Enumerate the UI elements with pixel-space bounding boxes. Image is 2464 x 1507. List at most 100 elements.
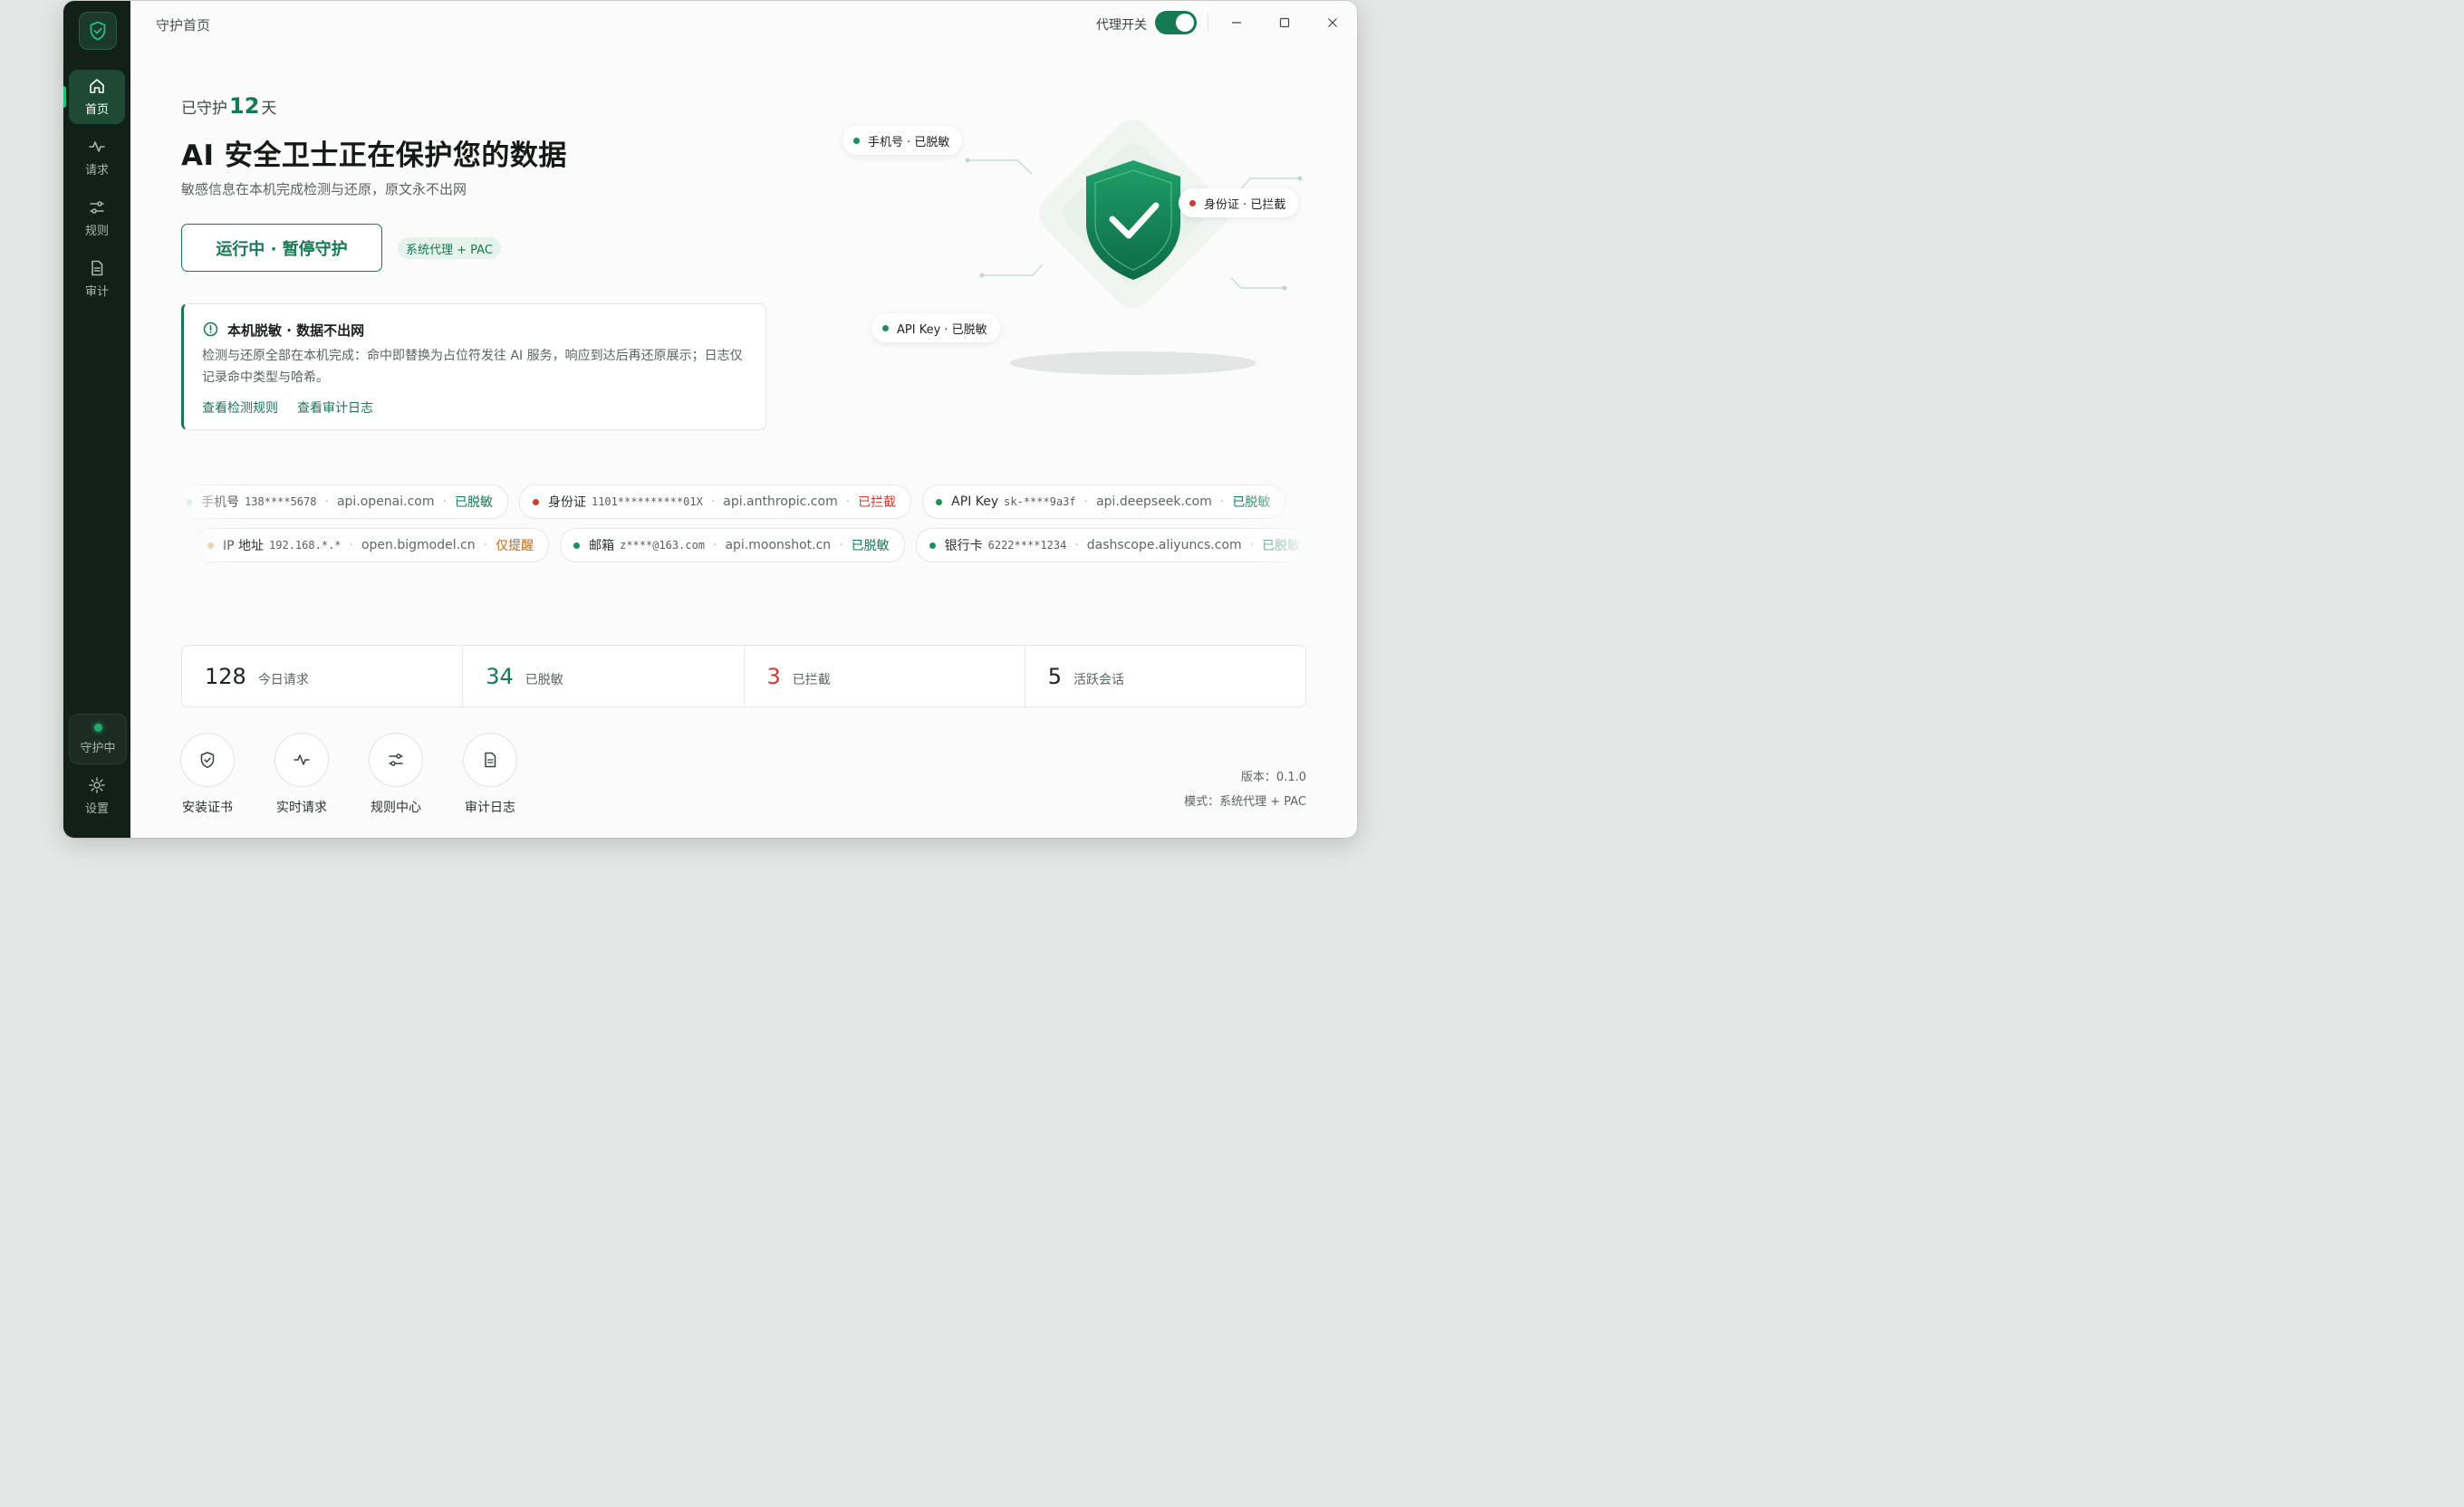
detection-chip[interactable]: 手机号 138****5678 · api.openai.com · 已脱敏 [181, 485, 508, 519]
sidebar-item-requests[interactable]: 请求 [69, 130, 125, 185]
sidebar-item-label: 审计 [84, 285, 109, 299]
stat-blocked: 3 已拦截 [745, 646, 1025, 706]
sidebar-item-home[interactable]: 首页 [69, 70, 125, 124]
audit-log-action[interactable]: 审计日志 [454, 733, 526, 816]
stat-value: 3 [766, 663, 781, 689]
protection-status[interactable]: 守护中 [69, 714, 127, 764]
days-prefix: 已守护 [181, 100, 227, 118]
chip-dot [936, 498, 943, 505]
chip-type: 手机号 [201, 495, 239, 510]
chip-masked-value: z****@163.com [620, 539, 706, 552]
notice-body: 检测与还原全部在本机完成：命中即替换为占位符发往 AI 服务，响应到达后再还原展… [202, 349, 743, 385]
app-window: 首页 请求 规则 审计 守护中 设置 守护首页 代理开关 已守护12 天 AI … [63, 1, 1357, 838]
chip-masked-value: 1101**********01X [591, 495, 703, 508]
pause-protection-button[interactable]: 运行中 · 暂停守护 [181, 224, 382, 272]
info-icon [203, 322, 218, 337]
rules-center-action[interactable]: 规则中心 [360, 733, 432, 816]
action-circle [369, 733, 423, 787]
sidebar-item-label: 规则 [84, 225, 109, 238]
home-icon [90, 79, 104, 93]
minimize-icon [1232, 22, 1241, 24]
chip-separator: · [324, 494, 329, 509]
proxy-toggle[interactable] [1155, 11, 1197, 34]
detection-chip[interactable]: 身份证 1101**********01X · api.anthropic.com · 已… [518, 485, 912, 519]
stat-requests: 128 今日请求 [182, 646, 464, 706]
chip-type: 邮箱 [589, 539, 615, 553]
stat-value: 34 [486, 663, 514, 689]
sidebar-item-settings[interactable]: 设置 [69, 771, 125, 821]
float-tag-phone: 手机号 · 已脱敏 [842, 126, 963, 155]
chip-separator: · [1074, 538, 1079, 552]
chip-masked-value: 192.168.*.* [269, 539, 342, 552]
detection-chip[interactable]: IP 地址 192.168.*.* · open.bigmodel.cn · 仅提醒 [194, 528, 550, 562]
shield-icon [200, 752, 215, 769]
install-cert-action[interactable]: 安装证书 [171, 733, 244, 816]
view-rules-link[interactable]: 查看检测规则 [202, 398, 278, 417]
chip-host: open.bigmodel.cn [361, 538, 476, 552]
chip-host: api.anthropic.com [723, 494, 838, 509]
proxy-toggle-label: 代理开关 [1096, 18, 1147, 33]
chip-separator: · [483, 538, 488, 552]
chip-separator: · [1083, 494, 1089, 509]
close-button[interactable] [1322, 12, 1343, 34]
sidebar-item-label: 请求 [84, 164, 109, 178]
maximize-icon [1279, 17, 1290, 28]
stat-sessions: 5 活跃会话 [1025, 646, 1305, 706]
sliders-icon [389, 754, 403, 766]
maximize-button[interactable] [1274, 12, 1295, 34]
stat-value: 128 [205, 663, 246, 689]
detection-chip[interactable]: 银行卡 6222****1234 · dashscope.aliyuncs.com · 已… [915, 528, 1304, 562]
chip-separator: · [710, 494, 716, 509]
hero-subline: 敏感信息在本机完成检测与还原，原文永不出网 [181, 181, 467, 197]
action-circle [274, 733, 329, 787]
document-icon [91, 260, 103, 276]
chip-masked-value: 138****5678 [245, 495, 317, 508]
detection-chip[interactable]: API Key sk-****9a3f · api.deepseek.com · 已脱敏 [922, 485, 1286, 519]
status-label: 守护中 [80, 741, 116, 755]
chip-type: 银行卡 [944, 539, 983, 553]
float-tag-text: API Key · 已脱敏 [897, 322, 987, 337]
document-icon [485, 752, 496, 768]
chip-host: api.deepseek.com [1096, 494, 1212, 509]
chip-separator: · [845, 494, 851, 509]
gear-icon [89, 777, 105, 793]
chip-host: api.openai.com [336, 494, 435, 509]
chip-dot [573, 542, 581, 549]
chip-dot [186, 498, 192, 505]
chip-dot [929, 542, 936, 549]
realtime-requests-action[interactable]: 实时请求 [265, 733, 338, 816]
stat-label: 已脱敏 [525, 672, 563, 687]
chip-separator: · [1219, 494, 1225, 509]
stat-value: 5 [1047, 663, 1063, 689]
chip-action: 已脱敏 [1262, 539, 1301, 553]
action-label: 审计日志 [465, 801, 515, 815]
tag-dot [853, 137, 860, 144]
chip-separator: · [1249, 538, 1255, 552]
stats-bar: 128 今日请求 34 已脱敏 3 已拦截 5 活跃会话 [181, 645, 1306, 707]
stat-masked: 34 已脱敏 [463, 646, 745, 706]
chip-action: 已脱敏 [454, 495, 493, 510]
chip-type: IP 地址 [223, 539, 265, 553]
activity-icon [294, 754, 310, 765]
protected-days: 已守护12 天 [181, 93, 276, 119]
mode-text: 模式：系统代理 + PAC [1184, 795, 1306, 809]
version-text: 版本：0.1.0 [1240, 771, 1306, 784]
chip-host: api.moonshot.cn [725, 538, 832, 552]
action-circle [463, 733, 517, 787]
status-dot [93, 723, 102, 732]
view-audit-link[interactable]: 查看审计日志 [297, 398, 373, 417]
chip-separator: · [349, 538, 353, 552]
chip-dot [532, 498, 539, 505]
proxy-mode-tag: 系统代理 + PAC [398, 237, 501, 259]
ticker-row: IP 地址 192.168.*.* · open.bigmodel.cn · 仅提醒 邮箱 z… [194, 528, 1304, 562]
toggle-knob [1176, 14, 1194, 32]
ticker-row: 手机号 138****5678 · api.openai.com · 已脱敏 身份证 1101… [181, 485, 1296, 519]
chip-separator: · [442, 494, 447, 509]
detection-chip[interactable]: 邮箱 z****@163.com · api.moonshot.cn · 已脱敏 [560, 528, 905, 562]
sidebar-item-rules[interactable]: 规则 [69, 191, 125, 245]
days-count: 12 [229, 93, 260, 119]
chip-masked-value: sk-****9a3f [1004, 495, 1076, 508]
sidebar-item-audit[interactable]: 审计 [69, 252, 125, 306]
minimize-button[interactable] [1226, 12, 1247, 34]
days-suffix: 天 [261, 100, 277, 118]
